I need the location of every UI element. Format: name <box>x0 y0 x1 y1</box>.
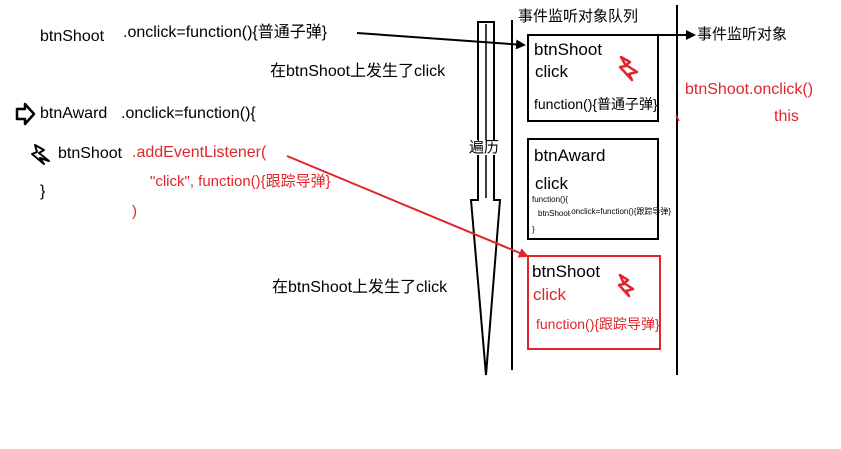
click-event-label-2: 在btnShoot上发生了click <box>272 279 448 296</box>
queue-item-1-event: click <box>535 62 569 81</box>
queue-item-2-handler-object: btnShoot <box>538 209 571 218</box>
queue-item-3-target: btnShoot <box>532 262 601 281</box>
code-line5-paren: ) <box>132 203 137 220</box>
queue-item-3: btnShoot click function(){跟踪导弹} <box>527 255 661 350</box>
queue-item-3-event: click <box>533 285 567 304</box>
queue-item-1-target: btnShoot <box>534 40 603 59</box>
onclick-call-label: btnShoot.onclick() <box>685 81 814 98</box>
arrow-addlistener-to-queue <box>286 155 529 258</box>
lightning-icon <box>31 144 50 165</box>
listener-object-label: 事件监听对象 <box>697 26 788 43</box>
click-event-label-1: 在btnShoot上发生了click <box>270 63 446 80</box>
code-line2-onclick: .onclick=function(){ <box>121 105 256 122</box>
traverse-label: 遍历 <box>469 139 500 156</box>
this-label: this <box>774 108 799 125</box>
queue-item-2-handler-line3: } <box>532 225 535 234</box>
code-line3-addeventlistener: .addEventListener( <box>132 144 267 161</box>
queue-item-2-handler-onclick: .onclick=function(){跟踪导弹} <box>569 207 672 216</box>
code-line6-brace: } <box>40 183 46 200</box>
queue-item-2: btnAward click function(){ btnShoot .onc… <box>527 138 671 240</box>
queue-item-2-event: click <box>535 174 569 193</box>
code-line2-object: btnAward <box>40 105 108 122</box>
queue-item-1-handler: function(){普通子弹} <box>534 96 658 112</box>
queue-title: 事件监听对象队列 <box>518 8 639 25</box>
arrow-onclick-to-queue <box>356 32 526 50</box>
code-line4-args: "click", function(){跟踪导弹} <box>150 173 331 190</box>
queue-item-3-handler: function(){跟踪导弹} <box>536 316 660 332</box>
hollow-arrow-icon <box>15 102 36 126</box>
code-line1-object: btnShoot <box>40 28 105 45</box>
code-line3-object: btnShoot <box>58 145 123 162</box>
queue-item-2-target: btnAward <box>534 146 606 165</box>
queue-item-1: btnShoot click function(){普通子弹} <box>527 34 659 122</box>
code-line1-onclick: .onclick=function(){普通子弹} <box>123 24 328 41</box>
queue-item-2-handler-line1: function(){ <box>532 195 569 204</box>
